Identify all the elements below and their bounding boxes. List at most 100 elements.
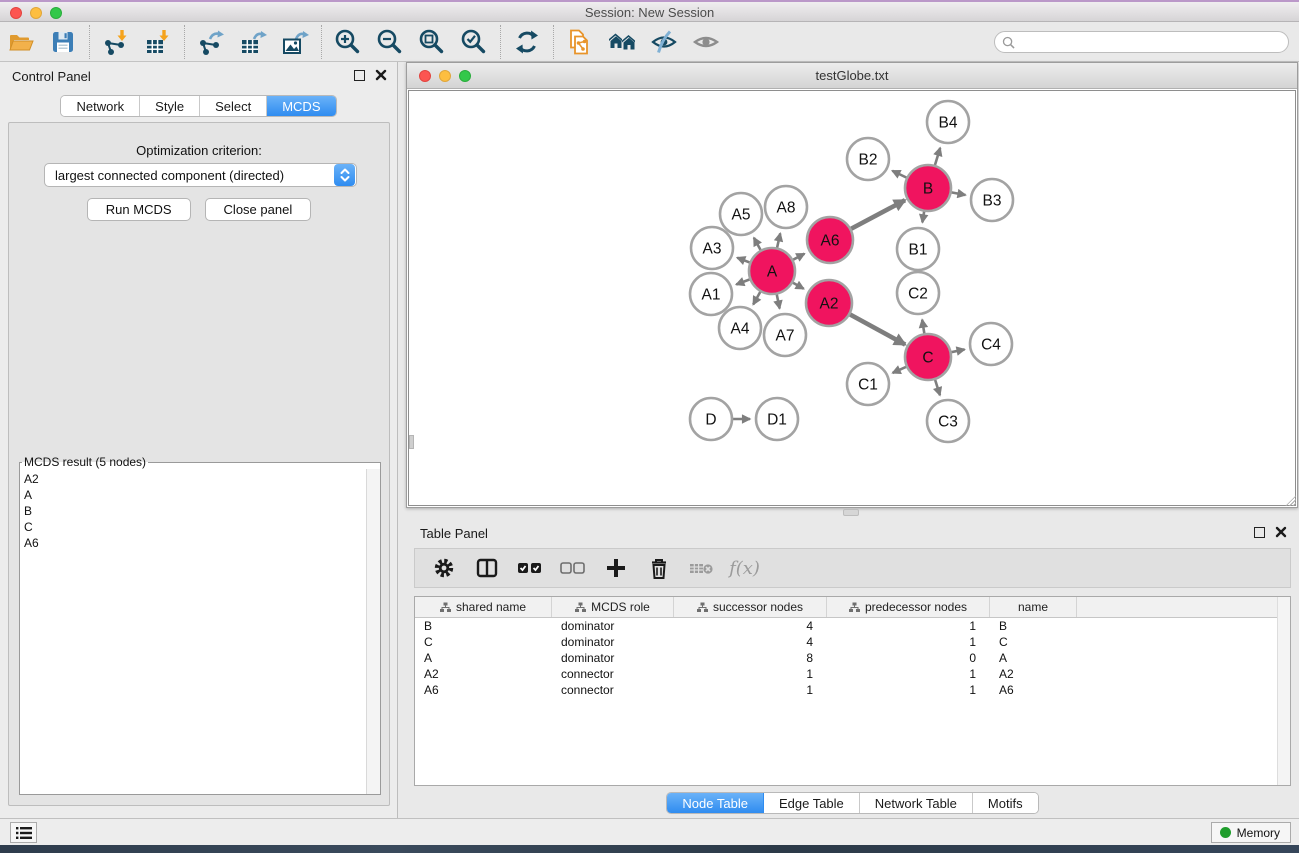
export-image-button[interactable] xyxy=(274,24,316,60)
float-table-panel-icon[interactable] xyxy=(1254,527,1265,538)
eye-icon xyxy=(692,28,720,56)
table-row[interactable]: Cdominator41C xyxy=(415,634,1290,650)
tab-select[interactable]: Select xyxy=(200,96,267,116)
close-panel-icon[interactable] xyxy=(375,69,387,81)
column-header-MCDS-role[interactable]: MCDS role xyxy=(552,597,674,617)
column-header-shared-name[interactable]: shared name xyxy=(415,597,552,617)
home-button[interactable] xyxy=(601,24,643,60)
result-scrollbar[interactable] xyxy=(366,469,380,794)
mcds-result-item[interactable]: B xyxy=(24,503,366,519)
show-panel-button[interactable] xyxy=(685,24,727,60)
table-cell[interactable]: A xyxy=(990,650,1077,666)
function-builder-button[interactable]: f(x) xyxy=(726,551,763,585)
table-row[interactable]: A6connector11A6 xyxy=(415,682,1290,698)
tab-edge-table[interactable]: Edge Table xyxy=(764,793,860,813)
tab-node-table[interactable]: Node Table xyxy=(667,793,764,813)
tab-mcds[interactable]: MCDS xyxy=(267,96,335,116)
hide-panel-button[interactable] xyxy=(643,24,685,60)
table-cell[interactable]: connector xyxy=(552,682,674,698)
table-cell[interactable]: B xyxy=(990,618,1077,634)
table-cell[interactable]: A6 xyxy=(415,682,552,698)
tab-network[interactable]: Network xyxy=(61,96,140,116)
table-row[interactable]: A2connector11A2 xyxy=(415,666,1290,682)
network-graph[interactable]: AA1A2A3A4A5A6A7A8BB1B2B3B4CC1C2C3C4DD1 xyxy=(409,91,1295,505)
zoom-in-button[interactable] xyxy=(327,24,369,60)
zoom-out-icon xyxy=(376,28,404,56)
close-table-panel-icon[interactable] xyxy=(1275,526,1287,538)
table-settings-button[interactable] xyxy=(425,551,462,585)
table-cell[interactable]: A6 xyxy=(990,682,1077,698)
table-cell[interactable]: 4 xyxy=(674,618,827,634)
table-cell[interactable]: 1 xyxy=(827,618,990,634)
table-cell[interactable]: 0 xyxy=(827,650,990,666)
columns-icon xyxy=(475,556,499,580)
save-session-button[interactable] xyxy=(42,24,84,60)
gear-icon xyxy=(432,556,456,580)
unselect-all-columns-button[interactable] xyxy=(554,551,591,585)
table-row[interactable]: Bdominator41B xyxy=(415,618,1290,634)
mcds-result-item[interactable]: A xyxy=(24,487,366,503)
refresh-button[interactable] xyxy=(506,24,548,60)
mcds-result-item[interactable]: A2 xyxy=(24,471,366,487)
graph-node-label: B1 xyxy=(909,242,928,259)
export-network-button[interactable] xyxy=(190,24,232,60)
table-cell[interactable]: dominator xyxy=(552,650,674,666)
table-cell[interactable]: A2 xyxy=(415,666,552,682)
mcds-result-item[interactable]: A6 xyxy=(24,535,366,551)
zoom-out-button[interactable] xyxy=(369,24,411,60)
table-cell[interactable]: 1 xyxy=(674,666,827,682)
tab-motifs[interactable]: Motifs xyxy=(973,793,1038,813)
zoom-fit-button[interactable] xyxy=(411,24,453,60)
import-network-button[interactable] xyxy=(95,24,137,60)
delete-column-button[interactable] xyxy=(640,551,677,585)
create-column-button[interactable] xyxy=(597,551,634,585)
table-cell[interactable]: dominator xyxy=(552,634,674,650)
close-panel-button[interactable]: Close panel xyxy=(205,198,312,221)
table-cell[interactable]: A2 xyxy=(990,666,1077,682)
canvas-scrollbar-thumb[interactable] xyxy=(409,435,414,449)
export-table-button[interactable] xyxy=(232,24,274,60)
home-icon xyxy=(607,28,637,56)
open-session-button[interactable] xyxy=(0,24,42,60)
table-scrollbar[interactable] xyxy=(1277,597,1290,785)
tab-style[interactable]: Style xyxy=(140,96,200,116)
column-header-predecessor-nodes[interactable]: predecessor nodes xyxy=(827,597,990,617)
optimization-criterion-select[interactable]: largest connected component (directed) xyxy=(44,163,357,187)
column-header-name[interactable]: name xyxy=(990,597,1077,617)
zoom-selected-button[interactable] xyxy=(453,24,495,60)
graph-node-label: D1 xyxy=(767,412,787,429)
run-mcds-button[interactable]: Run MCDS xyxy=(87,198,191,221)
show-column-button[interactable] xyxy=(468,551,505,585)
table-cell[interactable]: 1 xyxy=(827,682,990,698)
table-cell[interactable]: A xyxy=(415,650,552,666)
table-cell[interactable]: B xyxy=(415,618,552,634)
mcds-result-item[interactable]: C xyxy=(24,519,366,535)
table-cell[interactable]: dominator xyxy=(552,618,674,634)
table-cell[interactable]: connector xyxy=(552,666,674,682)
table-cell[interactable]: C xyxy=(415,634,552,650)
search-input[interactable] xyxy=(1019,35,1288,49)
table-row[interactable]: Adominator80A xyxy=(415,650,1290,666)
table-cell[interactable]: 4 xyxy=(674,634,827,650)
delete-table-button[interactable] xyxy=(683,551,720,585)
tab-network-table[interactable]: Network Table xyxy=(860,793,973,813)
table-cell[interactable]: 8 xyxy=(674,650,827,666)
select-all-columns-button[interactable] xyxy=(511,551,548,585)
split-divider-handle[interactable] xyxy=(843,509,859,516)
table-cell[interactable]: 1 xyxy=(827,634,990,650)
toolbar-separator xyxy=(321,25,322,59)
memory-button[interactable]: Memory xyxy=(1211,822,1291,843)
float-panel-icon[interactable] xyxy=(354,70,365,81)
import-table-button[interactable] xyxy=(137,24,179,60)
column-header-successor-nodes[interactable]: successor nodes xyxy=(674,597,827,617)
window-resize-grip[interactable] xyxy=(1283,493,1296,506)
select-stepper[interactable] xyxy=(334,164,355,186)
control-panel: Control Panel NetworkStyleSelectMCDS Opt… xyxy=(0,62,398,818)
table-cell[interactable]: 1 xyxy=(674,682,827,698)
table-cell[interactable]: C xyxy=(990,634,1077,650)
table-cell[interactable]: 1 xyxy=(827,666,990,682)
network-canvas[interactable]: AA1A2A3A4A5A6A7A8BB1B2B3B4CC1C2C3C4DD1 xyxy=(408,90,1296,506)
network-window-titlebar[interactable]: testGlobe.txt xyxy=(407,63,1297,89)
show-task-history-button[interactable] xyxy=(10,822,37,843)
network-from-file-button[interactable] xyxy=(559,24,601,60)
